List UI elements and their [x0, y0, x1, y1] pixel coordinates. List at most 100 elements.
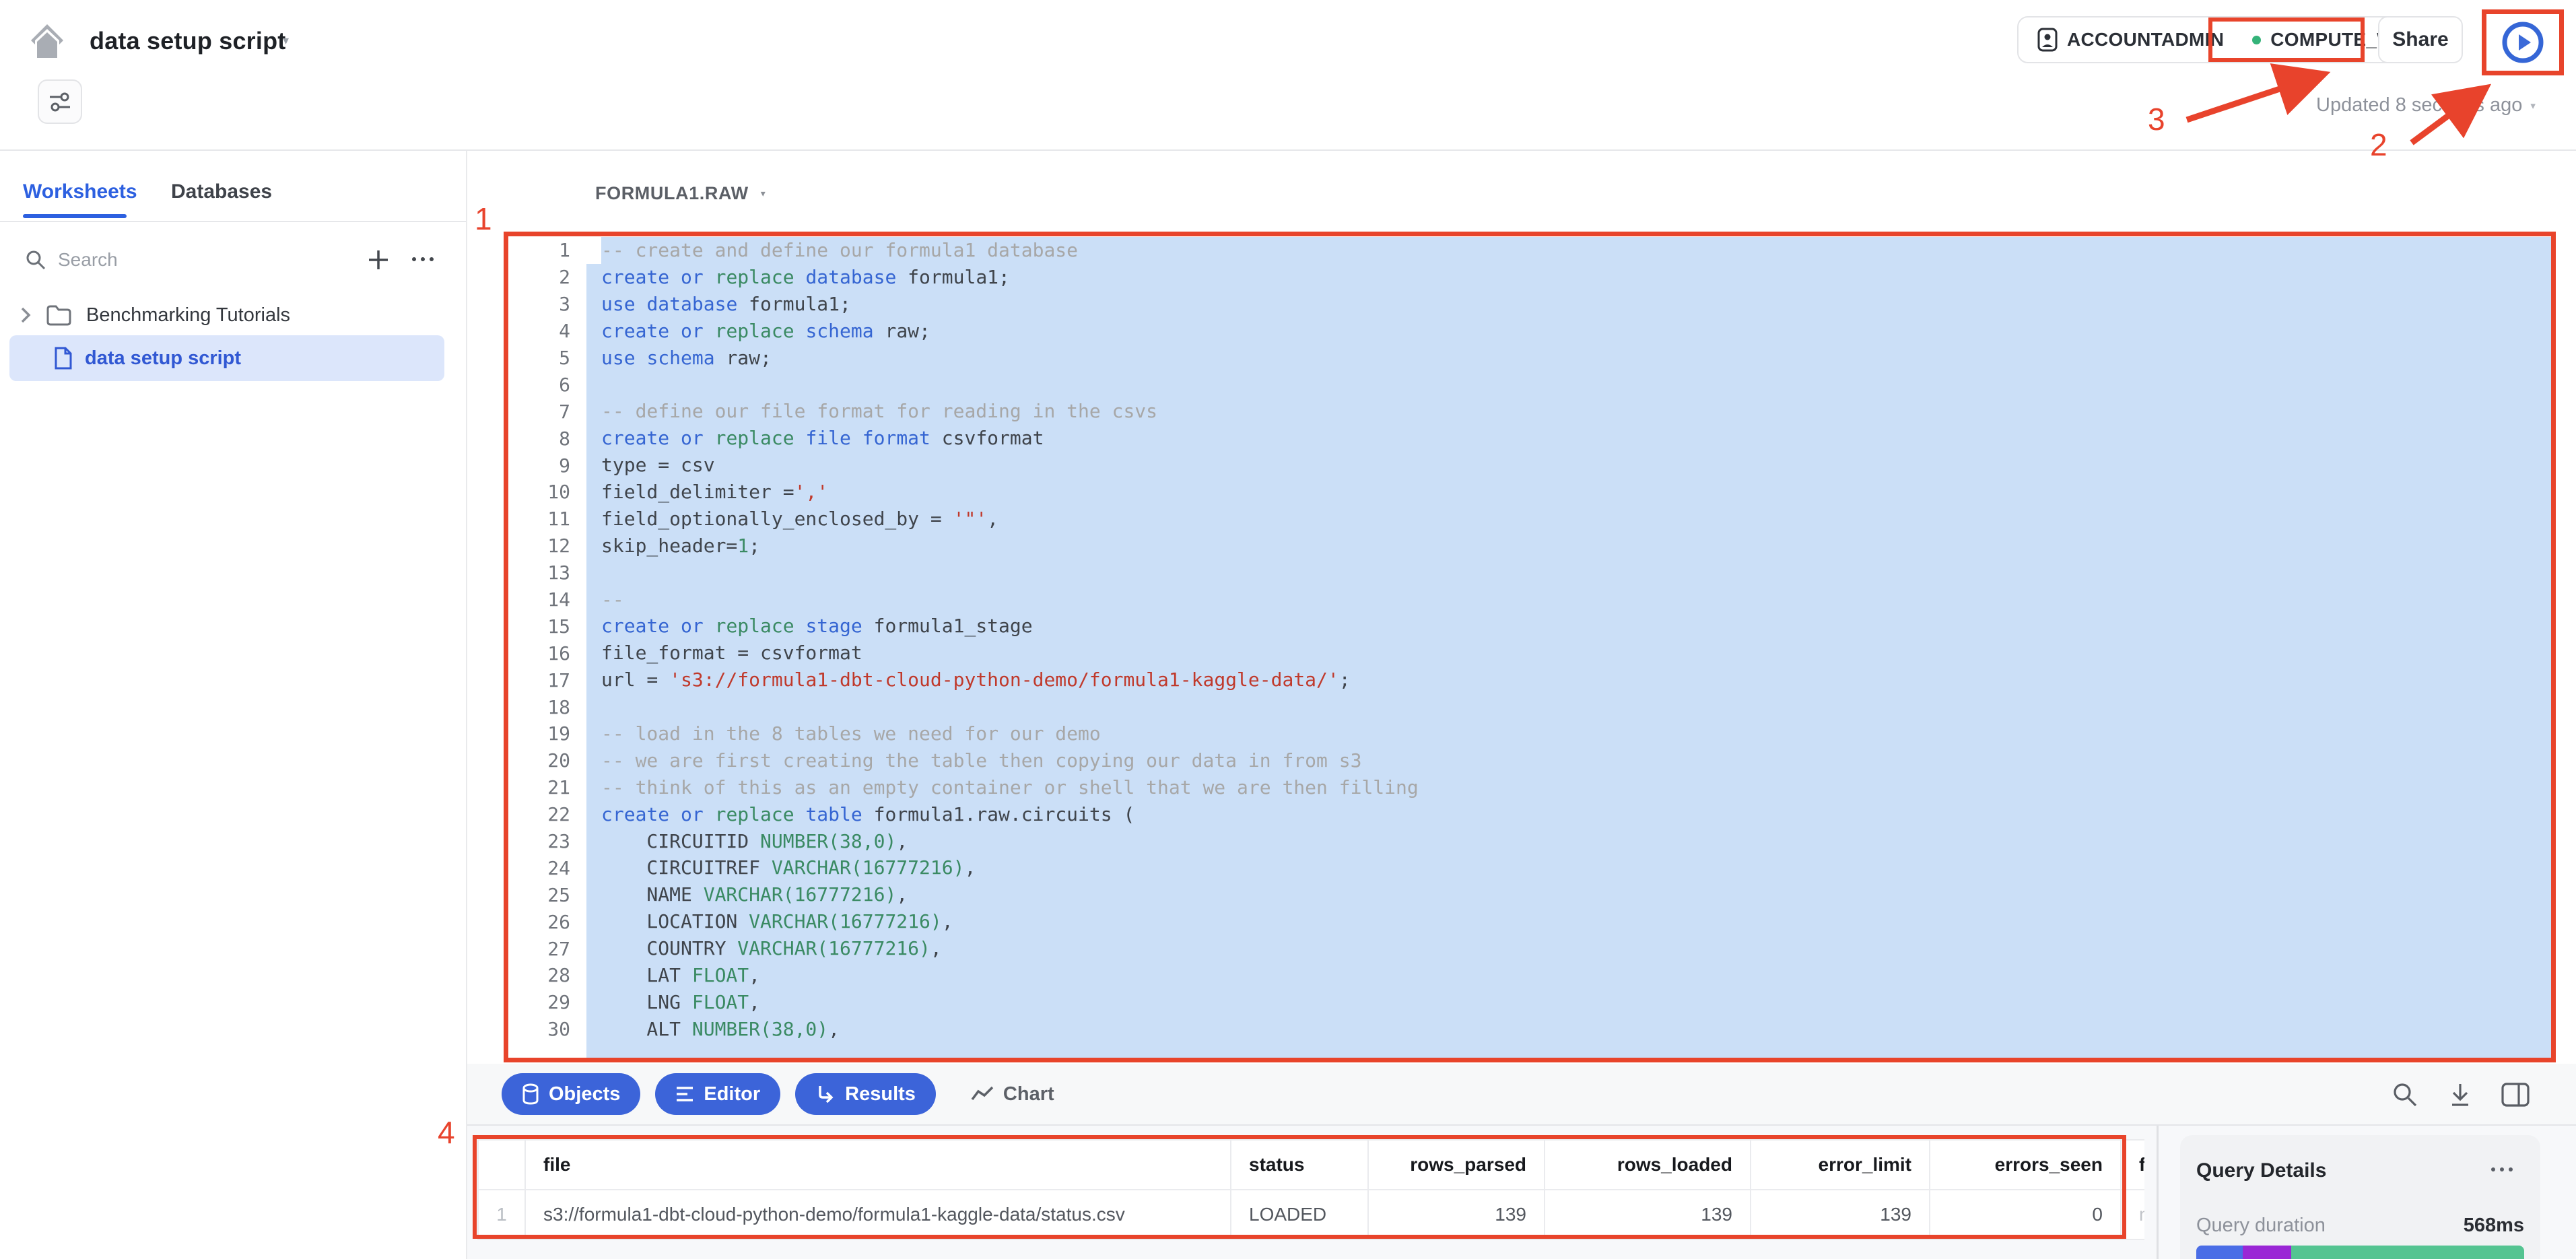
updated-status[interactable]: Updated 8 seconds ago ▾	[2316, 94, 2536, 116]
download-icon	[2447, 1081, 2474, 1108]
sql-editor[interactable]: 1-- create and define our formula1 datab…	[508, 237, 2551, 1058]
code-row[interactable]: 23 CIRCUITID NUMBER(38,0),	[508, 828, 2551, 855]
cell-f[interactable]: n	[2122, 1190, 2144, 1239]
code-row[interactable]: 14--	[508, 586, 2551, 613]
tab-databases[interactable]: Databases	[171, 180, 272, 203]
code-row[interactable]: 7-- define our file format for reading i…	[508, 398, 2551, 425]
code-row[interactable]: 15create or replace stage formula1_stage	[508, 613, 2551, 640]
code-row[interactable]: 12skip_header=1;	[508, 533, 2551, 559]
folder-row-benchmarking-tutorials[interactable]: Benchmarking Tutorials	[20, 296, 451, 334]
sidebar-more-button[interactable]	[412, 257, 434, 261]
code-row[interactable]: 26 LOCATION VARCHAR(16777216),	[508, 908, 2551, 935]
code-row[interactable]: 16file_format = csvformat	[508, 640, 2551, 667]
cell-status[interactable]: LOADED	[1231, 1190, 1369, 1239]
code-line[interactable]: create or replace schema raw;	[586, 318, 2551, 345]
code-row[interactable]: 9type = csv	[508, 452, 2551, 479]
code-row[interactable]: 25 NAME VARCHAR(16777216),	[508, 881, 2551, 908]
search-results-button[interactable]	[2392, 1081, 2418, 1112]
code-row[interactable]: 13	[508, 559, 2551, 586]
code-line[interactable]: CIRCUITREF VARCHAR(16777216),	[586, 854, 2551, 881]
code-row[interactable]: 28 LAT FLOAT,	[508, 962, 2551, 989]
code-line[interactable]: use schema raw;	[586, 345, 2551, 372]
share-button[interactable]: Share	[2378, 16, 2463, 63]
code-line[interactable]: -- load in the 8 tables we need for our …	[586, 720, 2551, 747]
cell-error_limit[interactable]: 139	[1751, 1190, 1930, 1239]
results-toggle-button[interactable]: Results	[795, 1073, 936, 1115]
code-row[interactable]: 19-- load in the 8 tables we need for ou…	[508, 720, 2551, 747]
tab-worksheets[interactable]: Worksheets	[23, 180, 137, 203]
results-scroll-divider[interactable]	[2157, 1126, 2159, 1259]
code-row[interactable]: 29 LNG FLOAT,	[508, 989, 2551, 1016]
code-line[interactable]: NAME VARCHAR(16777216),	[586, 881, 2551, 908]
code-row[interactable]: 6	[508, 371, 2551, 398]
split-view-button[interactable]	[2501, 1081, 2530, 1112]
chart-toggle-button[interactable]: Chart	[971, 1083, 1054, 1105]
code-row[interactable]: 11field_optionally_enclosed_by = '"',	[508, 506, 2551, 533]
editor-toggle-button[interactable]: Editor	[655, 1073, 780, 1115]
code-line[interactable]	[586, 559, 2551, 586]
code-line[interactable]: type = csv	[586, 452, 2551, 479]
code-line[interactable]: field_delimiter =','	[586, 479, 2551, 506]
code-row[interactable]: 22create or replace table formula1.raw.c…	[508, 801, 2551, 828]
home-icon[interactable]	[30, 23, 65, 59]
column-header-rows_parsed[interactable]: rows_parsed	[1369, 1141, 1545, 1190]
code-row[interactable]: 21-- think of this as an empty container…	[508, 774, 2551, 801]
code-line[interactable]: create or replace stage formula1_stage	[586, 613, 2551, 640]
code-line[interactable]: field_optionally_enclosed_by = '"',	[586, 506, 2551, 533]
cell-errors_seen[interactable]: 0	[1930, 1190, 2122, 1239]
code-row[interactable]: 2create or replace database formula1;	[508, 264, 2551, 291]
code-line[interactable]: -- think of this as an empty container o…	[586, 774, 2551, 801]
column-header-errors_seen[interactable]: errors_seen	[1930, 1141, 2122, 1190]
column-header-f[interactable]: f	[2122, 1141, 2144, 1190]
code-row[interactable]: 30 ALT NUMBER(38,0),	[508, 1016, 2551, 1043]
worksheet-title[interactable]: data setup script	[90, 27, 285, 55]
code-line[interactable]: ALT NUMBER(38,0),	[586, 1016, 2551, 1043]
code-line[interactable]: LAT FLOAT,	[586, 962, 2551, 989]
code-line[interactable]: LNG FLOAT,	[586, 989, 2551, 1016]
code-line[interactable]: --	[586, 586, 2551, 613]
code-line[interactable]	[586, 371, 2551, 398]
code-line[interactable]	[586, 693, 2551, 720]
code-line[interactable]: -- define our file format for reading in…	[586, 398, 2551, 425]
code-row[interactable]: 27 COUNTRY VARCHAR(16777216),	[508, 935, 2551, 962]
code-line[interactable]: -- create and define our formula1 databa…	[601, 237, 2551, 264]
code-line[interactable]: create or replace table formula1.raw.cir…	[586, 801, 2551, 828]
code-line[interactable]: file_format = csvformat	[586, 640, 2551, 667]
cell-rows_loaded[interactable]: 139	[1545, 1190, 1751, 1239]
code-line[interactable]: url = 's3://formula1-dbt-cloud-python-de…	[586, 667, 2551, 693]
cell-file[interactable]: s3://formula1-dbt-cloud-python-demo/form…	[526, 1190, 1231, 1239]
code-row[interactable]: 5use schema raw;	[508, 345, 2551, 372]
new-worksheet-button[interactable]	[365, 246, 392, 277]
column-header-status[interactable]: status	[1231, 1141, 1369, 1190]
role-selector[interactable]: ACCOUNTADMIN	[2037, 28, 2224, 52]
code-line[interactable]: LOCATION VARCHAR(16777216),	[586, 908, 2551, 935]
download-results-button[interactable]	[2447, 1081, 2474, 1112]
code-row[interactable]: 8create or replace file format csvformat	[508, 425, 2551, 452]
code-row[interactable]: 1-- create and define our formula1 datab…	[508, 237, 2551, 264]
code-row[interactable]: 18	[508, 693, 2551, 720]
filters-button[interactable]	[38, 79, 82, 124]
code-row[interactable]: 20-- we are first creating the table the…	[508, 747, 2551, 774]
code-row[interactable]: 4create or replace schema raw;	[508, 318, 2551, 345]
code-line[interactable]: create or replace database formula1;	[586, 264, 2551, 291]
column-header-error_limit[interactable]: error_limit	[1751, 1141, 1930, 1190]
code-row[interactable]: 10field_delimiter =','	[508, 479, 2551, 506]
code-line[interactable]: CIRCUITID NUMBER(38,0),	[586, 828, 2551, 855]
code-row[interactable]: 24 CIRCUITREF VARCHAR(16777216),	[508, 854, 2551, 881]
run-button[interactable]	[2491, 18, 2554, 67]
column-header-file[interactable]: file	[526, 1141, 1231, 1190]
code-row[interactable]: 3use database formula1;	[508, 291, 2551, 318]
code-line[interactable]: use database formula1;	[586, 291, 2551, 318]
column-header-rows_loaded[interactable]: rows_loaded	[1545, 1141, 1751, 1190]
code-line[interactable]: skip_header=1;	[586, 533, 2551, 559]
more-dots-icon	[412, 257, 416, 261]
code-row[interactable]: 17url = 's3://formula1-dbt-cloud-python-…	[508, 667, 2551, 693]
cell-rows_parsed[interactable]: 139	[1369, 1190, 1545, 1239]
query-details-menu-button[interactable]	[2491, 1167, 2513, 1171]
worksheet-item-selected[interactable]: data setup script	[9, 335, 444, 381]
code-line[interactable]: create or replace file format csvformat	[586, 425, 2551, 452]
objects-toggle-button[interactable]: Objects	[502, 1073, 640, 1115]
code-line[interactable]: COUNTRY VARCHAR(16777216),	[586, 935, 2551, 962]
context-selector[interactable]: FORMULA1.RAW ▾	[595, 183, 766, 204]
code-line[interactable]: -- we are first creating the table then …	[586, 747, 2551, 774]
